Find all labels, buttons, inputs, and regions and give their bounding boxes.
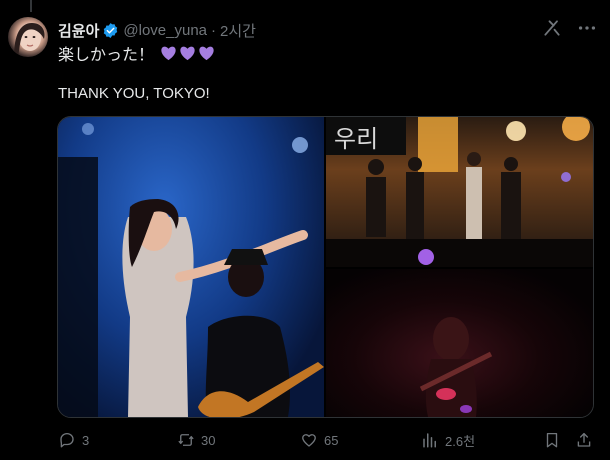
share-icon <box>577 432 591 447</box>
views-icon <box>423 433 436 448</box>
avatar[interactable] <box>8 17 48 57</box>
stage-sign-text: 우리 <box>334 125 378 153</box>
author-name[interactable]: 김윤아 <box>58 20 99 41</box>
bookmark-button[interactable] <box>543 431 561 449</box>
grok-icon[interactable] <box>542 18 562 38</box>
views-button[interactable]: 2.6천 <box>421 431 475 450</box>
more-icon[interactable] <box>576 17 598 39</box>
reply-button[interactable]: 3 <box>58 431 89 449</box>
thread-line <box>30 0 32 12</box>
views-count: 2.6천 <box>445 433 476 449</box>
author-handle[interactable]: @love_yuna <box>123 22 207 39</box>
photos-right-column: 우리 <box>326 117 593 417</box>
separator-dot: · <box>211 21 217 39</box>
reply-icon <box>60 432 74 448</box>
photo-band-stage[interactable]: 우리 <box>326 117 593 267</box>
bookmark-icon <box>546 432 558 448</box>
photo-singer-guitarist-art <box>58 123 324 417</box>
avatar-face <box>14 23 45 57</box>
post-top-right <box>542 17 598 39</box>
photo-band-stage-art: 우리 <box>326 117 593 267</box>
like-icon <box>302 434 316 447</box>
purple-heart-icon <box>161 46 176 61</box>
repost-button[interactable]: 30 <box>177 431 215 449</box>
photo-guitarist-red[interactable] <box>326 269 593 417</box>
reply-count: 3 <box>82 432 90 448</box>
post-header: 김윤아 @love_yuna · 2시간 <box>58 20 256 40</box>
post-text-line-1: 楽しかった！ <box>58 41 215 65</box>
retweet-icon <box>178 434 194 446</box>
post-text-japanese: 楽しかった！ <box>58 47 155 64</box>
post-actions: 3 30 65 2.6천 <box>58 430 598 450</box>
post-text-line-2: THANK YOU, TOKYO! <box>58 85 210 102</box>
post-time[interactable]: 2시간 <box>220 20 256 41</box>
photo-singer-guitarist[interactable] <box>58 117 324 417</box>
purple-heart-icon <box>180 46 195 61</box>
purple-heart-icon <box>199 46 214 61</box>
photo-guitarist-red-art <box>419 317 493 417</box>
verified-badge-icon <box>104 22 118 38</box>
share-button[interactable] <box>575 431 593 449</box>
purple-hearts <box>160 45 215 61</box>
repost-count: 30 <box>201 432 216 448</box>
media-grid: 우리 <box>57 116 594 418</box>
like-count: 65 <box>324 432 339 448</box>
like-button[interactable]: 65 <box>300 431 338 449</box>
